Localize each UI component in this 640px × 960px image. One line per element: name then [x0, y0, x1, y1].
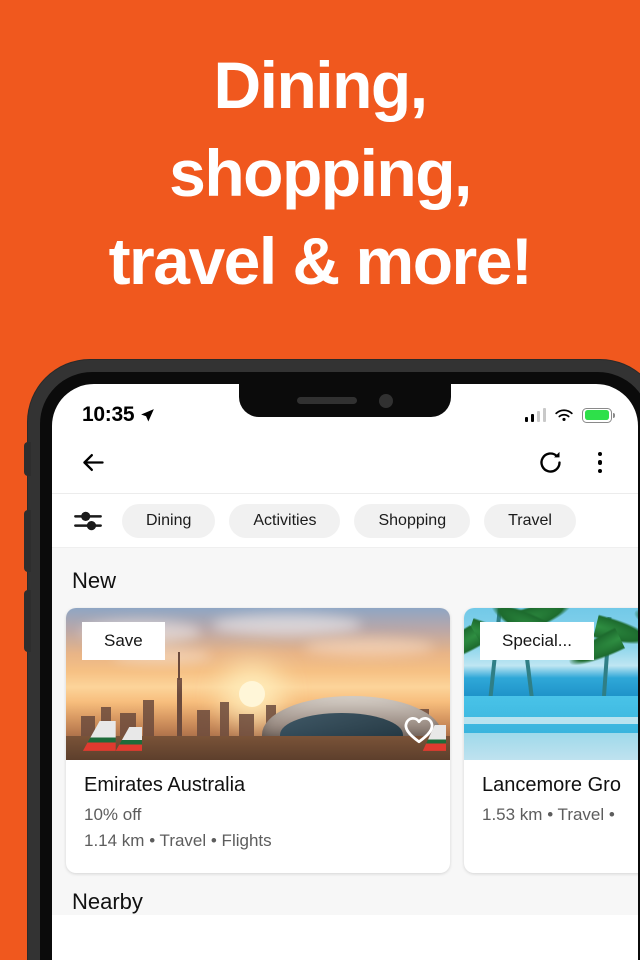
offer-badge[interactable]: Special... [480, 622, 594, 660]
offer-discount: 10% off [84, 805, 142, 824]
favorite-button[interactable] [402, 714, 436, 750]
offer-title: Emirates Australia [84, 774, 246, 796]
offer-card[interactable]: Special... Lancemore Gro 1.53 km • Trave… [464, 608, 638, 873]
offer-card-image: Save [66, 608, 450, 760]
toolbar-actions [537, 449, 609, 476]
headline-line-3: travel & more! [108, 223, 533, 298]
chip-shopping[interactable]: Shopping [354, 503, 471, 538]
section-title-nearby: Nearby [72, 889, 143, 914]
offer-title: Lancemore Gro [482, 774, 621, 796]
phone-mockup: 10:35 Dining Activities Shopping Travel … [24, 360, 640, 960]
offer-meta: 1.14 km • Travel • Flights [84, 830, 272, 850]
chip-activities[interactable]: Activities [229, 503, 341, 538]
offer-card-body: Emirates Australia 10% off 1.14 km • Tra… [66, 760, 450, 873]
headline-line-1: Dining, [213, 48, 428, 122]
headline-line-2: shopping, [169, 135, 472, 210]
section-title-new: New [72, 568, 117, 593]
tune-sliders-icon [74, 511, 102, 530]
chip-travel[interactable]: Travel [484, 503, 576, 538]
more-vertical-icon [597, 451, 602, 457]
back-arrow-icon [83, 454, 104, 471]
chip-dining[interactable]: Dining [122, 503, 216, 538]
offer-card-body: Lancemore Gro 1.53 km • Travel • [464, 760, 638, 848]
status-bar-right [524, 407, 615, 423]
phone-notch [239, 384, 451, 417]
volume-down-button[interactable] [24, 590, 31, 652]
refresh-icon [539, 451, 561, 473]
wifi-icon [555, 408, 573, 421]
filter-chip-bar[interactable]: Dining Activities Shopping Travel [52, 494, 638, 548]
back-button[interactable] [80, 449, 107, 476]
new-offers-carousel[interactable]: Save Emirates Australia 10% off 1.14 km … [52, 608, 638, 873]
volume-up-button[interactable] [24, 510, 31, 572]
cellular-signal-icon [524, 408, 546, 422]
earpiece-speaker-icon [297, 397, 357, 404]
offer-meta: 1.53 km • Travel • [482, 805, 615, 824]
heart-outline-icon [404, 717, 434, 744]
promo-headline: Dining, shopping, travel & more! [0, 42, 640, 305]
location-arrow-icon [141, 408, 155, 422]
phone-screen: 10:35 Dining Activities Shopping Travel … [52, 384, 638, 960]
front-camera-icon [379, 393, 393, 408]
status-time: 10:35 [82, 403, 135, 426]
offer-card-image: Special... [464, 608, 638, 760]
refresh-button[interactable] [537, 449, 564, 476]
battery-icon [582, 407, 615, 423]
menu-button[interactable] [592, 450, 609, 476]
browser-toolbar [52, 432, 638, 494]
offer-badge[interactable]: Save [82, 622, 165, 660]
filter-button[interactable] [68, 501, 108, 541]
mute-switch[interactable] [24, 442, 31, 476]
offers-list[interactable]: New Save Emirates Australia 10% off 1.14… [52, 548, 638, 915]
offer-card[interactable]: Save Emirates Australia 10% off 1.14 km … [66, 608, 450, 873]
status-bar-left: 10:35 [82, 403, 156, 427]
